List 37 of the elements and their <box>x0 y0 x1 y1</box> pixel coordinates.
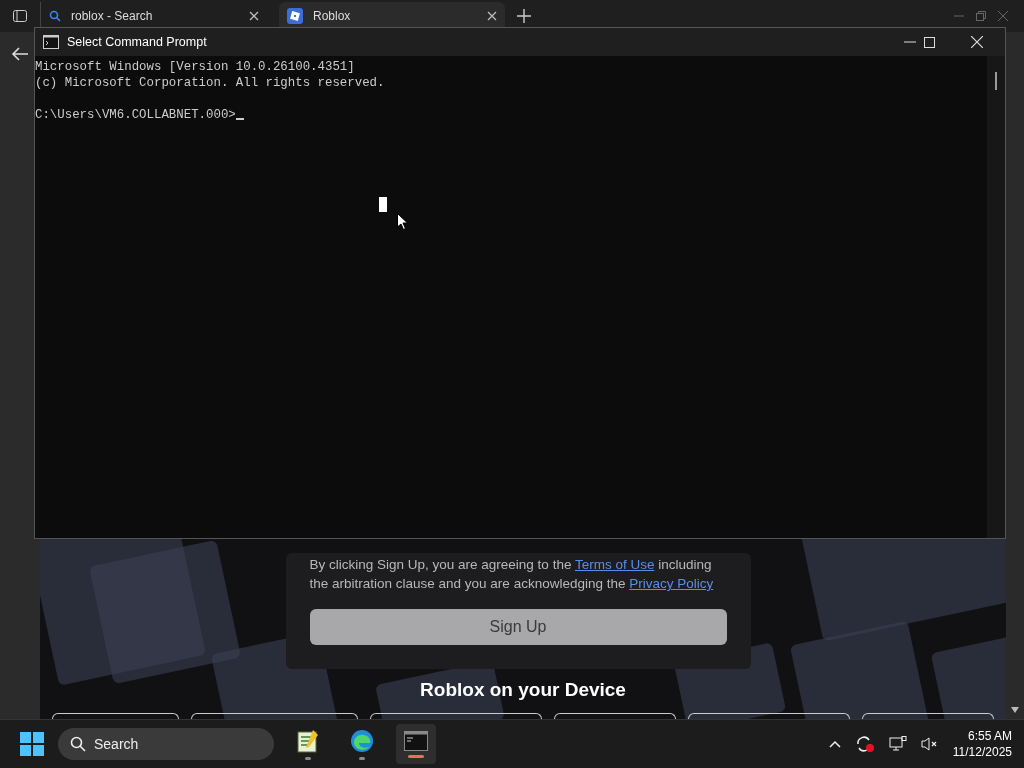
new-tab-icon[interactable] <box>517 9 531 23</box>
notepad-icon <box>297 728 319 753</box>
privacy-link[interactable]: Privacy Policy <box>629 576 714 591</box>
console-line: Microsoft Windows [Version 10.0.26100.4351] <box>35 59 356 75</box>
mouse-pointer-icon <box>397 213 408 230</box>
maximize-icon[interactable] <box>924 36 935 48</box>
close-icon[interactable] <box>249 11 259 21</box>
scroll-thumb[interactable] <box>995 72 997 90</box>
terms-link[interactable]: Terms of Use <box>574 557 655 572</box>
chevron-up-icon[interactable] <box>828 740 841 748</box>
console-icon <box>43 35 59 49</box>
search-field[interactable]: Search <box>58 728 274 760</box>
scroll-down-icon[interactable] <box>1011 707 1019 713</box>
search-icon <box>49 10 61 22</box>
speaker-muted-icon[interactable] <box>920 736 939 752</box>
clock-date[interactable]: 11/12/2025 <box>952 744 1012 760</box>
browser-tab[interactable]: Roblox <box>279 2 505 30</box>
command-prompt: C:\Users\VM6.COLLABNET.000> <box>35 107 236 123</box>
site-logo-icon <box>287 8 303 24</box>
section-heading: Roblox on your Device <box>420 679 626 701</box>
tab-actions-icon[interactable] <box>12 8 28 24</box>
scroll-bar[interactable] <box>1006 32 1024 719</box>
console-line: (c) Microsoft Corporation. All rights reserved. <box>35 75 386 91</box>
start-icon[interactable] <box>20 732 44 756</box>
clock-time[interactable]: 6:55 AM <box>967 728 1012 744</box>
browser-icon <box>350 728 374 753</box>
back-arrow-icon[interactable] <box>11 46 29 62</box>
network-icon[interactable] <box>888 736 907 752</box>
text-cursor <box>235 118 244 120</box>
window-title: Select Command Prompt <box>67 35 207 49</box>
sync-icon[interactable] <box>854 735 875 753</box>
restore-icon[interactable] <box>976 11 986 21</box>
selection-block <box>379 197 387 212</box>
taskbar-app[interactable] <box>396 724 436 764</box>
close-icon[interactable] <box>487 11 497 21</box>
terminal-icon <box>404 730 428 751</box>
terms-text: By clicking Sign Up, you are agreeing to the Terms of Use including the arbitration clause and you are acknowledging the Privacy Policy <box>309 556 715 593</box>
